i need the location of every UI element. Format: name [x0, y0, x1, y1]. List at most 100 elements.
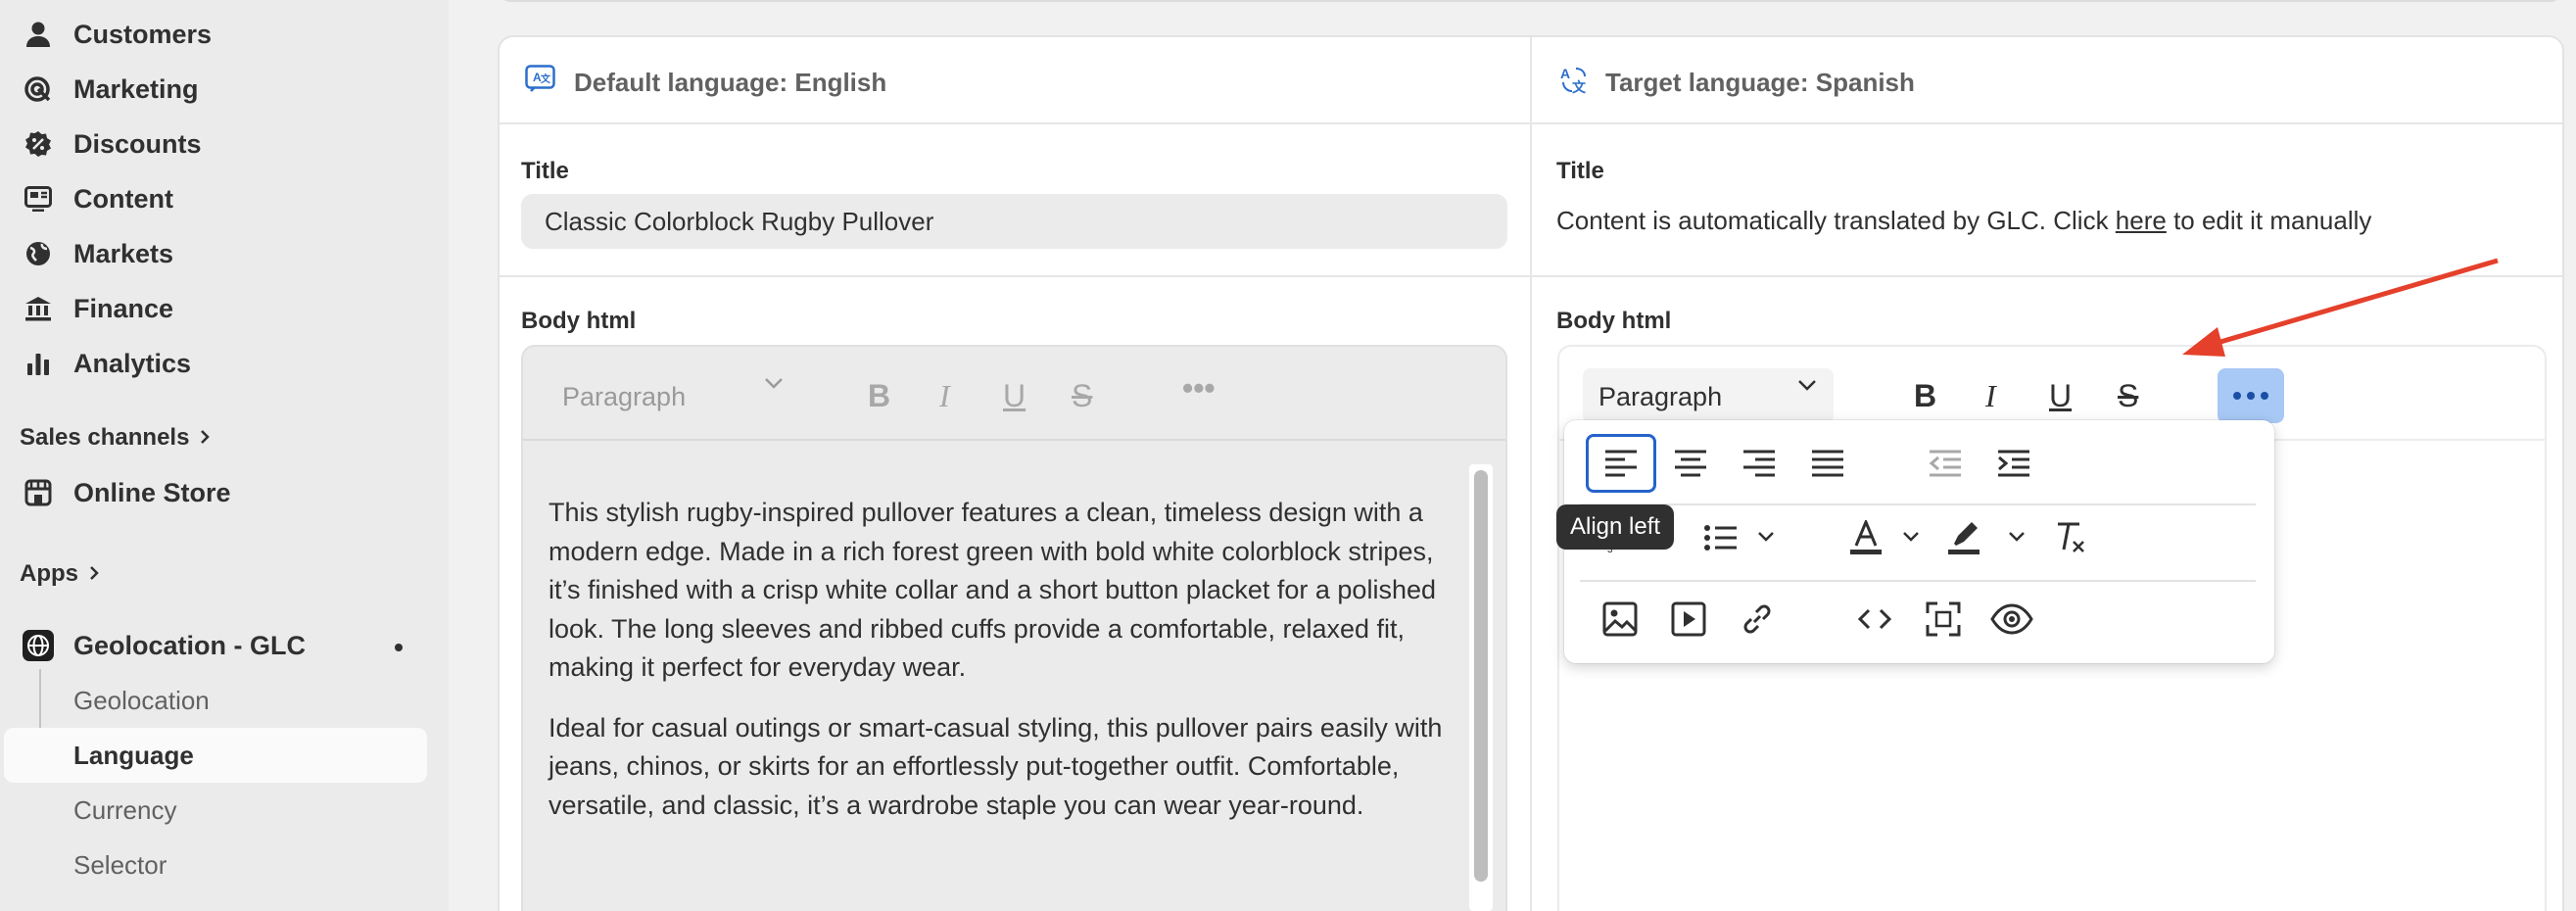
chevron-down-icon[interactable] — [2007, 530, 2027, 549]
target-icon — [22, 72, 55, 106]
scrollbar-thumb[interactable] — [1474, 470, 1488, 882]
bank-icon — [22, 292, 55, 325]
sidebar-item-label: Markets — [73, 238, 174, 268]
editor-content[interactable]: This stylish rugby-inspired pullover fea… — [549, 494, 1459, 846]
title-label: Title — [1556, 158, 1604, 184]
sidebar-subitem-geolocation[interactable]: Geolocation — [0, 673, 431, 728]
sidebar-subitem-label: Currency — [73, 794, 177, 825]
target-language-header: A文 Target language: Spanish — [1560, 65, 1915, 101]
popover-divider — [1580, 503, 2256, 505]
sidebar: Customers Marketing Discounts Content Ma… — [0, 0, 449, 911]
chevron-down-icon — [1796, 378, 1818, 397]
align-justify-icon[interactable] — [1806, 442, 1849, 485]
sidebar-item-label: Online Store — [73, 477, 231, 507]
body-html-label: Body html — [1556, 308, 1672, 334]
sidebar-item-content[interactable]: Content — [0, 171, 431, 226]
sidebar-subitem-language[interactable]: Language — [4, 728, 427, 783]
chevron-right-icon — [88, 560, 100, 588]
sidebar-subitem-selector[interactable]: Selector — [0, 838, 431, 892]
default-language-header: A文 Default language: English — [525, 65, 886, 101]
more-icon[interactable]: ••• — [1182, 370, 1216, 407]
underline-icon[interactable]: U — [1003, 378, 1026, 414]
italic-icon[interactable]: I — [1985, 378, 1996, 414]
sidebar-item-customers[interactable]: Customers — [0, 7, 431, 62]
more-options-button[interactable] — [2218, 368, 2284, 423]
editor-toolbar: Paragraph B I U S ••• — [523, 347, 1505, 441]
globe-icon — [22, 237, 55, 270]
column-divider — [1530, 37, 1532, 911]
preview-eye-icon[interactable] — [1990, 598, 2033, 641]
insert-image-icon[interactable] — [1598, 598, 1642, 641]
more-icon — [2233, 392, 2241, 400]
sidebar-subitem-label: Selector — [73, 849, 167, 880]
highlight-color-icon[interactable] — [1942, 516, 1985, 559]
svg-text:A: A — [1560, 66, 1570, 81]
sidebar-item-marketing[interactable]: Marketing — [0, 62, 431, 117]
discount-icon — [22, 127, 55, 161]
indent-icon[interactable] — [1992, 442, 2035, 485]
sidebar-item-markets[interactable]: Markets — [0, 226, 431, 281]
sidebar-item-analytics[interactable]: Analytics — [0, 336, 431, 391]
sidebar-item-label: Geolocation - GLC — [73, 630, 307, 660]
body-editor-default[interactable]: Paragraph B I U S ••• This stylish rugby… — [521, 345, 1507, 911]
unread-dot — [395, 644, 403, 651]
sidebar-item-label: Discounts — [73, 128, 202, 159]
bold-icon[interactable]: B — [868, 378, 890, 414]
sidebar-item-label: Content — [73, 183, 173, 214]
paragraph-select[interactable]: Paragraph — [562, 382, 686, 412]
svg-text:文: 文 — [541, 72, 551, 85]
annotation-arrow-icon — [2182, 258, 2499, 357]
person-icon — [22, 18, 55, 51]
align-center-icon[interactable] — [1669, 442, 1712, 485]
text-color-icon[interactable] — [1844, 516, 1887, 559]
sidebar-item-online-store[interactable]: Online Store — [0, 465, 431, 520]
sales-channels-heading[interactable]: Sales channels — [20, 424, 211, 452]
app-globe-icon — [22, 629, 55, 662]
paragraph-select[interactable]: Paragraph — [1583, 368, 1834, 423]
strikethrough-icon[interactable]: S — [2118, 378, 2138, 414]
strikethrough-icon[interactable]: S — [1072, 378, 1092, 414]
auto-translate-note: Content is automatically translated by G… — [1556, 206, 2372, 235]
align-left-icon — [1605, 450, 1637, 477]
header-divider — [500, 122, 2562, 124]
sidebar-item-label: Analytics — [73, 348, 192, 378]
insert-link-icon[interactable] — [1736, 598, 1779, 641]
sidebar-item-discounts[interactable]: Discounts — [0, 117, 431, 171]
chevron-right-icon — [199, 424, 211, 452]
sidebar-item-geolocation-glc[interactable]: Geolocation - GLC — [0, 618, 431, 673]
sidebar-subitem-currency[interactable]: Currency — [0, 783, 431, 838]
edit-manually-link[interactable]: here — [2116, 206, 2167, 235]
insert-video-icon[interactable] — [1667, 598, 1710, 641]
store-icon — [22, 476, 55, 509]
sidebar-subitem-label: Geolocation — [73, 685, 210, 715]
clear-formatting-icon[interactable] — [2050, 516, 2093, 559]
chevron-down-icon[interactable] — [1756, 530, 1776, 549]
title-label: Title — [521, 158, 569, 184]
sidebar-subitem-label: Language — [73, 740, 194, 770]
content-icon — [22, 182, 55, 216]
sidebar-item-label: Finance — [73, 293, 174, 323]
underline-icon[interactable]: U — [2049, 378, 2072, 414]
outdent-icon[interactable] — [1924, 442, 1967, 485]
code-view-icon[interactable] — [1853, 598, 1896, 641]
title-field[interactable]: Classic Colorblock Rugby Pullover — [521, 194, 1507, 249]
align-left-button[interactable] — [1586, 434, 1656, 493]
popover-divider — [1580, 580, 2256, 582]
body-paragraph: This stylish rugby-inspired pullover fea… — [549, 498, 1436, 682]
fullscreen-icon[interactable] — [1922, 598, 1965, 641]
svg-text:文: 文 — [1572, 79, 1587, 94]
apps-heading[interactable]: Apps — [20, 560, 100, 588]
bullet-list-icon[interactable] — [1699, 516, 1742, 559]
bold-icon[interactable]: B — [1914, 378, 1936, 414]
sidebar-item-finance[interactable]: Finance — [0, 281, 431, 336]
sidebar-item-label: Marketing — [73, 73, 199, 104]
align-left-tooltip: Align left — [1556, 504, 1675, 550]
align-right-icon[interactable] — [1738, 442, 1781, 485]
chevron-down-icon[interactable] — [763, 376, 785, 395]
body-html-label: Body html — [521, 308, 637, 334]
previous-card — [500, 0, 2561, 2]
italic-icon[interactable]: I — [939, 378, 950, 414]
scrollbar[interactable] — [1469, 464, 1493, 911]
sidebar-item-label: Customers — [73, 19, 213, 49]
chevron-down-icon[interactable] — [1901, 530, 1921, 549]
